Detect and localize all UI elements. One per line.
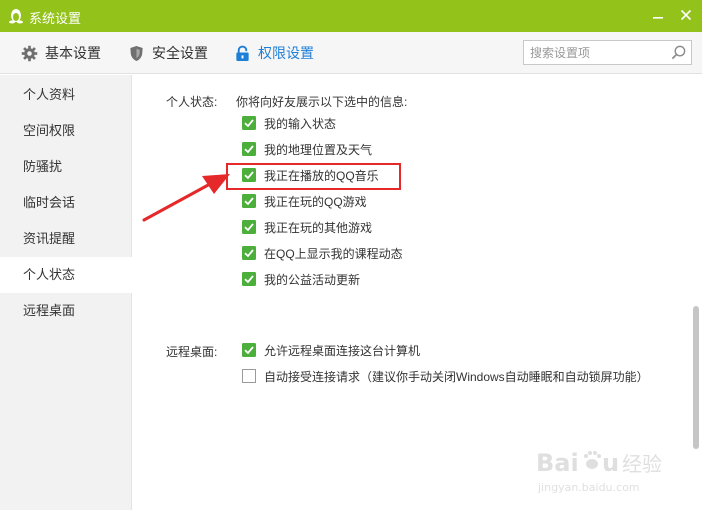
svg-text:Bai: Bai bbox=[536, 449, 579, 477]
personal-status-label: 个人状态: bbox=[166, 95, 218, 109]
qq-penguin-icon bbox=[9, 9, 23, 24]
svg-text:u: u bbox=[602, 449, 619, 477]
sidebar-item-temp-chat[interactable]: 临时会话 bbox=[0, 185, 132, 221]
gear-icon bbox=[21, 45, 38, 61]
checkbox-checked-icon[interactable] bbox=[242, 142, 256, 156]
checkbox-label: 我的地理位置及天气 bbox=[264, 142, 373, 157]
tab-permission-settings[interactable]: 权限设置 bbox=[234, 32, 314, 74]
title-bar: 系统设置 bbox=[0, 0, 702, 32]
settings-content: 个人状态: 你将向好友展示以下选中的信息: 我的输入状态 我的地理位置及天气 我… bbox=[133, 75, 702, 510]
scrollbar-thumb[interactable] bbox=[693, 306, 699, 449]
checkbox-qq-games[interactable]: 我正在玩的QQ游戏 bbox=[242, 193, 367, 209]
checkbox-unchecked-icon[interactable] bbox=[242, 369, 256, 383]
sidebar-item-personal-status[interactable]: 个人状态 bbox=[0, 257, 133, 293]
tab-label: 安全设置 bbox=[152, 45, 208, 61]
checkbox-checked-icon[interactable] bbox=[242, 194, 256, 208]
search-icon[interactable] bbox=[670, 44, 687, 61]
checkbox-other-games[interactable]: 我正在玩的其他游戏 bbox=[242, 219, 372, 235]
checkbox-allow-remote-desktop[interactable]: 允许远程桌面连接这台计算机 bbox=[242, 342, 420, 358]
close-icon[interactable] bbox=[678, 7, 694, 23]
sidebar-item-anti-harassment[interactable]: 防骚扰 bbox=[0, 149, 132, 185]
checkbox-checked-icon[interactable] bbox=[242, 343, 256, 357]
lock-icon bbox=[236, 45, 249, 61]
svg-text:经验: 经验 bbox=[622, 452, 662, 476]
baidu-watermark: Bai u 经验 jingyan.baidu.com bbox=[536, 447, 686, 497]
checkbox-label: 允许远程桌面连接这台计算机 bbox=[264, 343, 421, 358]
sidebar-item-space-permission[interactable]: 空间权限 bbox=[0, 113, 132, 149]
remote-desktop-label: 远程桌面: bbox=[166, 345, 218, 359]
search-box[interactable] bbox=[523, 40, 692, 65]
checkbox-label: 我的输入状态 bbox=[264, 116, 337, 131]
sidebar-item-remote-desktop[interactable]: 远程桌面 bbox=[0, 293, 132, 329]
checkbox-label: 自动接受连接请求（建议你手动关闭Windows自动睡眠和自动锁屏功能） bbox=[264, 369, 649, 384]
content-scrollbar[interactable] bbox=[690, 75, 702, 510]
personal-status-description: 你将向好友展示以下选中的信息: bbox=[236, 95, 408, 109]
checkbox-checked-icon[interactable] bbox=[242, 246, 256, 260]
baidu-paw-icon: Bai u 经验 jingyan.baidu.com bbox=[536, 449, 662, 494]
checkbox-checked-icon[interactable] bbox=[242, 116, 256, 130]
checkbox-label: 我的公益活动更新 bbox=[264, 272, 361, 287]
checkbox-checked-icon[interactable] bbox=[242, 272, 256, 286]
checkbox-label: 我正在玩的QQ游戏 bbox=[264, 194, 367, 209]
annotation-arrow-icon bbox=[142, 174, 230, 222]
highlight-box bbox=[226, 163, 401, 190]
tab-label: 基本设置 bbox=[45, 45, 101, 61]
checkbox-label: 在QQ上显示我的课程动态 bbox=[264, 246, 403, 261]
sidebar-item-news-reminder[interactable]: 资讯提醒 bbox=[0, 221, 132, 257]
sidebar: 个人资料 空间权限 防骚扰 临时会话 资讯提醒 个人状态 远程桌面 bbox=[0, 75, 133, 510]
shield-icon bbox=[130, 45, 143, 61]
checkbox-location-weather[interactable]: 我的地理位置及天气 bbox=[242, 141, 372, 157]
sidebar-item-profile[interactable]: 个人资料 bbox=[0, 77, 132, 113]
search-input[interactable] bbox=[530, 44, 665, 62]
checkbox-checked-icon[interactable] bbox=[242, 220, 256, 234]
checkbox-auto-accept-connection[interactable]: 自动接受连接请求（建议你手动关闭Windows自动睡眠和自动锁屏功能） bbox=[242, 368, 649, 384]
minimize-icon[interactable] bbox=[650, 7, 666, 23]
checkbox-charity-updates[interactable]: 我的公益活动更新 bbox=[242, 271, 360, 287]
checkbox-course-activity[interactable]: 在QQ上显示我的课程动态 bbox=[242, 245, 403, 261]
checkbox-label: 我正在玩的其他游戏 bbox=[264, 220, 373, 235]
tab-basic-settings[interactable]: 基本设置 bbox=[21, 32, 101, 74]
settings-toolbar: 基本设置 安全设置 权限设置 bbox=[0, 32, 702, 74]
svg-text:jingyan.baidu.com: jingyan.baidu.com bbox=[537, 481, 640, 494]
window-title: 系统设置 bbox=[29, 11, 82, 26]
tab-label: 权限设置 bbox=[258, 45, 314, 61]
tab-security-settings[interactable]: 安全设置 bbox=[128, 32, 208, 74]
checkbox-input-status[interactable]: 我的输入状态 bbox=[242, 115, 336, 131]
